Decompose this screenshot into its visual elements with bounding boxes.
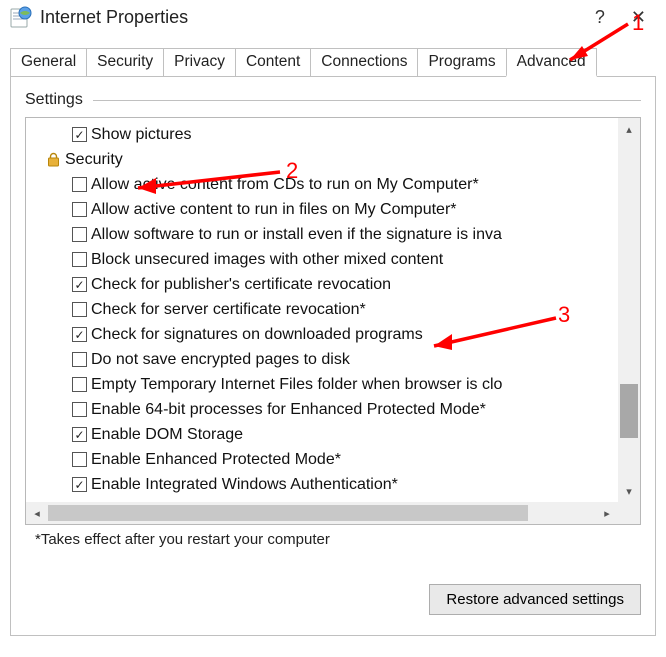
vscroll-track[interactable]: [618, 140, 640, 480]
help-icon[interactable]: ?: [587, 7, 613, 28]
setting-show-pictures[interactable]: Show pictures: [26, 122, 618, 147]
checkbox-icon[interactable]: [72, 302, 87, 317]
window-title: Internet Properties: [40, 7, 188, 28]
setting-item[interactable]: Allow software to run or install even if…: [26, 222, 618, 247]
checkbox-icon[interactable]: [72, 127, 87, 142]
annotation-label-1: 1: [632, 10, 644, 36]
internet-options-icon: [10, 6, 32, 28]
vscroll-thumb[interactable]: [620, 384, 638, 438]
setting-label: Check for signatures on downloaded progr…: [91, 326, 423, 344]
setting-label: Check for publisher's certificate revoca…: [91, 276, 391, 294]
checkbox-icon[interactable]: [72, 252, 87, 267]
setting-item[interactable]: Check for signatures on downloaded progr…: [26, 322, 618, 347]
setting-label: Allow active content to run in files on …: [91, 201, 457, 219]
setting-item[interactable]: Enable DOM Storage: [26, 422, 618, 447]
checkbox-icon[interactable]: [72, 227, 87, 242]
lock-icon: [46, 152, 61, 167]
category-label: Security: [65, 151, 123, 169]
setting-label: Do not save encrypted pages to disk: [91, 351, 350, 369]
checkbox-icon[interactable]: [72, 402, 87, 417]
vertical-scrollbar[interactable]: ▴ ▾: [618, 118, 640, 502]
setting-item[interactable]: Block unsecured images with other mixed …: [26, 247, 618, 272]
scroll-down-icon[interactable]: ▾: [618, 480, 640, 502]
tabstrip: General Security Privacy Content Connect…: [0, 48, 666, 77]
tab-security[interactable]: Security: [86, 48, 164, 77]
settings-tree-viewport[interactable]: Show pictures Security Allow active cont…: [26, 118, 618, 502]
setting-label: Show pictures: [91, 126, 192, 144]
restart-note: *Takes effect after you restart your com…: [25, 525, 641, 548]
scroll-corner: [618, 502, 640, 524]
tab-advanced[interactable]: Advanced: [506, 48, 597, 77]
settings-group-label: Settings: [25, 91, 83, 109]
hscroll-track[interactable]: [48, 502, 596, 524]
restore-advanced-settings-button[interactable]: Restore advanced settings: [429, 584, 641, 615]
tab-general[interactable]: General: [10, 48, 87, 77]
scroll-right-icon[interactable]: ▸: [596, 502, 618, 524]
setting-label: Allow software to run or install even if…: [91, 226, 502, 244]
checkbox-icon[interactable]: [72, 427, 87, 442]
setting-label: Enable Enhanced Protected Mode*: [91, 451, 341, 469]
checkbox-icon[interactable]: [72, 452, 87, 467]
setting-item[interactable]: Enable Integrated Windows Authentication…: [26, 472, 618, 497]
settings-tree: Show pictures Security Allow active cont…: [25, 117, 641, 525]
tab-connections[interactable]: Connections: [310, 48, 418, 77]
checkbox-icon[interactable]: [72, 327, 87, 342]
checkbox-icon[interactable]: [72, 377, 87, 392]
checkbox-icon[interactable]: [72, 477, 87, 492]
horizontal-scrollbar[interactable]: ◂ ▸: [26, 502, 640, 524]
setting-label: Enable Integrated Windows Authentication…: [91, 476, 398, 494]
scroll-up-icon[interactable]: ▴: [618, 118, 640, 140]
setting-label: Empty Temporary Internet Files folder wh…: [91, 376, 502, 394]
tab-privacy[interactable]: Privacy: [163, 48, 236, 77]
tab-content[interactable]: Content: [235, 48, 311, 77]
advanced-panel: Settings Show pictures Security Allow ac…: [10, 76, 656, 636]
annotation-label-2: 2: [286, 158, 298, 184]
setting-item[interactable]: Do not save encrypted pages to disk: [26, 347, 618, 372]
checkbox-icon[interactable]: [72, 352, 87, 367]
setting-label: Check for server certificate revocation*: [91, 301, 366, 319]
scroll-left-icon[interactable]: ◂: [26, 502, 48, 524]
titlebar: Internet Properties ? ✕: [0, 0, 666, 36]
setting-label: Enable DOM Storage: [91, 426, 243, 444]
tab-programs[interactable]: Programs: [417, 48, 506, 77]
annotation-label-3: 3: [558, 302, 570, 328]
category-security[interactable]: Security: [26, 147, 618, 172]
setting-item[interactable]: Allow active content to run in files on …: [26, 197, 618, 222]
setting-item[interactable]: Check for publisher's certificate revoca…: [26, 272, 618, 297]
checkbox-icon[interactable]: [72, 277, 87, 292]
setting-label: Block unsecured images with other mixed …: [91, 251, 443, 269]
setting-item[interactable]: Allow active content from CDs to run on …: [26, 172, 618, 197]
hscroll-thumb[interactable]: [48, 505, 528, 521]
checkbox-icon[interactable]: [72, 177, 87, 192]
setting-item[interactable]: Empty Temporary Internet Files folder wh…: [26, 372, 618, 397]
checkbox-icon[interactable]: [72, 202, 87, 217]
group-divider: [93, 100, 641, 101]
setting-label: Allow active content from CDs to run on …: [91, 176, 479, 194]
setting-item[interactable]: Enable 64-bit processes for Enhanced Pro…: [26, 397, 618, 422]
setting-check-server-cert-revocation[interactable]: Check for server certificate revocation*: [26, 297, 618, 322]
setting-label: Enable 64-bit processes for Enhanced Pro…: [91, 401, 486, 419]
setting-item[interactable]: Enable Enhanced Protected Mode*: [26, 447, 618, 472]
